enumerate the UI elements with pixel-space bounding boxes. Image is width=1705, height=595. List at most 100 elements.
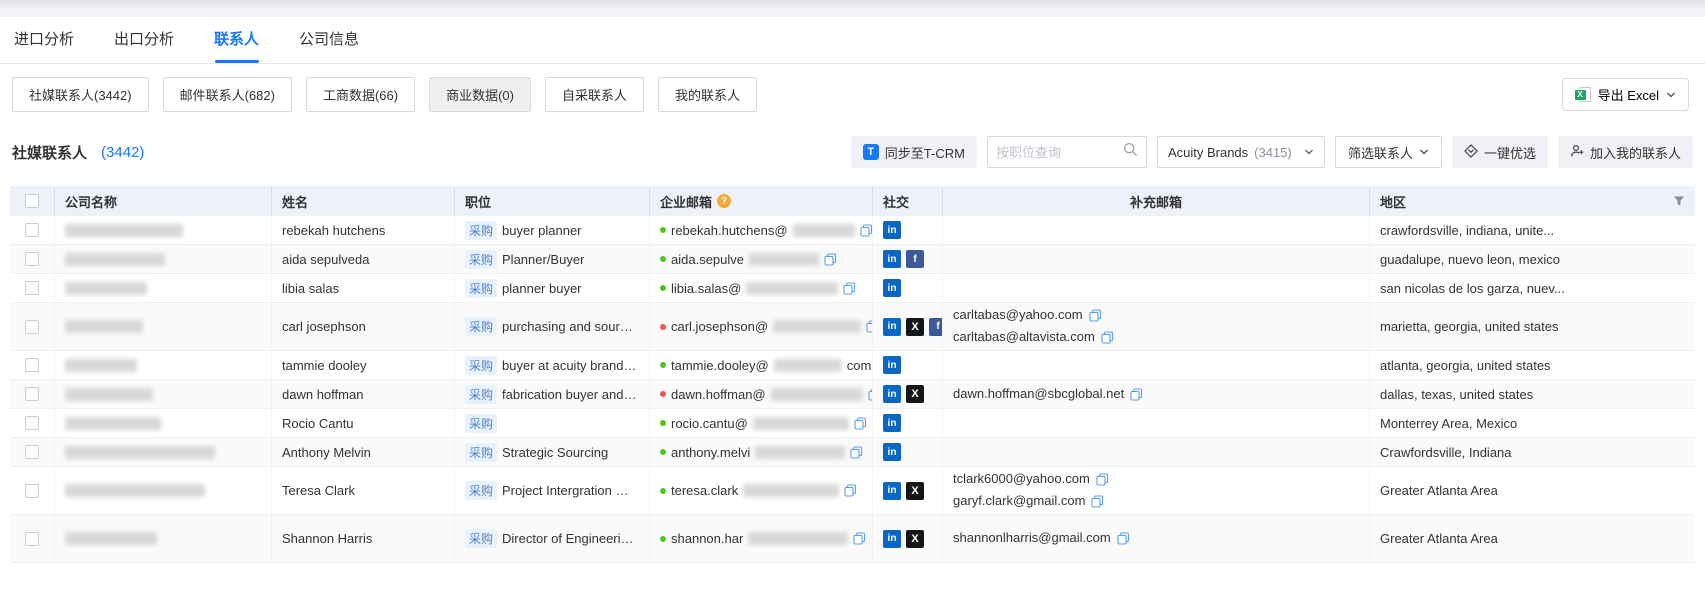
redacted-email [755, 446, 845, 459]
contacts-page: 进口分析出口分析联系人公司信息 社媒联系人(3442) 邮件联系人(682) 工商数… [0, 0, 1705, 595]
email-cell: shannon.har [650, 515, 873, 562]
diamond-badge-icon [1464, 144, 1478, 161]
contact-name: Teresa Clark [272, 467, 455, 514]
social-cell: in Xf [873, 303, 943, 350]
facebook-icon[interactable]: f [906, 250, 924, 268]
job-title: purchasing and sourcing ... [502, 319, 639, 334]
row-checkbox[interactable] [25, 252, 39, 266]
source-filter-button-2[interactable]: 工商数据(66) [306, 77, 415, 112]
main-tabbar: 进口分析出口分析联系人公司信息 [0, 17, 1705, 64]
copy-icon[interactable] [1130, 388, 1143, 401]
linkedin-icon[interactable]: in [883, 221, 901, 239]
table-row: Rocio Cantu采购rocio.cantu@inMonterrey Are… [10, 409, 1695, 438]
linkedin-icon[interactable]: in [883, 279, 901, 297]
linkedin-icon[interactable]: in [883, 530, 901, 548]
email-prefix: rocio.cantu@ [671, 416, 748, 431]
row-checkbox[interactable] [25, 281, 39, 295]
redacted-email [746, 282, 838, 295]
copy-icon[interactable] [824, 253, 837, 266]
row-checkbox[interactable] [25, 445, 39, 459]
company-cell [55, 380, 272, 408]
linkedin-icon[interactable]: in [883, 414, 901, 432]
row-checkbox[interactable] [25, 416, 39, 430]
linkedin-icon[interactable]: in [883, 356, 901, 374]
select-all-checkbox[interactable] [25, 194, 39, 208]
copy-icon[interactable] [843, 282, 856, 295]
one-click-optimize-button[interactable]: 一键优选 [1452, 136, 1548, 168]
linkedin-icon[interactable]: in [883, 443, 901, 461]
filter-funnel-icon[interactable] [1673, 195, 1685, 207]
source-filter-button-0[interactable]: 社媒联系人(3442) [12, 77, 149, 112]
copy-icon[interactable] [1117, 532, 1130, 545]
email-cell: dawn.hoffman@ [650, 380, 873, 408]
copy-icon[interactable] [850, 446, 863, 459]
email-prefix: carl.josephson@ [671, 319, 768, 334]
contact-name: Rocio Cantu [272, 409, 455, 437]
row-checkbox[interactable] [25, 484, 39, 498]
sync-tcrm-button[interactable]: T 同步至T-CRM [851, 136, 977, 168]
email-cell: aida.sepulve [650, 245, 873, 273]
filter-contacts-button[interactable]: 筛选联系人 [1335, 136, 1442, 168]
copy-icon[interactable] [854, 417, 867, 430]
email-prefix: rebekah.hutchens@ [671, 223, 788, 238]
supp-email-cell [943, 274, 1370, 302]
question-icon[interactable]: ? [717, 194, 731, 208]
position-cell: 采购Director of Engineering, S... [455, 515, 650, 562]
contact-name: Shannon Harris [272, 515, 455, 562]
company-select[interactable]: Acuity Brands (3415) [1157, 136, 1325, 168]
chevron-down-icon [1666, 90, 1676, 100]
export-excel-button[interactable]: X 导出 Excel [1562, 78, 1689, 111]
position-search-input[interactable] [996, 145, 1123, 160]
tab-2[interactable]: 联系人 [212, 16, 261, 63]
linkedin-icon[interactable]: in [883, 482, 901, 500]
job-title: Strategic Sourcing [502, 445, 608, 460]
one-click-optimize-label: 一键优选 [1484, 143, 1536, 162]
redacted-company [65, 224, 183, 237]
contact-name: dawn hoffman [272, 380, 455, 408]
copy-icon[interactable] [866, 320, 873, 333]
tab-0[interactable]: 进口分析 [12, 16, 76, 63]
row-checkbox[interactable] [25, 532, 39, 546]
copy-icon[interactable] [860, 224, 873, 237]
row-checkbox[interactable] [25, 358, 39, 372]
table-row: libia salas采购planner buyerlibia.salas@in… [10, 274, 1695, 303]
tab-1[interactable]: 出口分析 [112, 16, 176, 63]
copy-icon[interactable] [1096, 473, 1109, 486]
x-icon[interactable]: X [906, 530, 924, 548]
copy-icon[interactable] [1089, 309, 1102, 322]
email-status-dot [660, 324, 666, 330]
copy-icon[interactable] [844, 484, 857, 497]
position-cell: 采购Project Intergration Mgr. -... [455, 467, 650, 514]
add-to-my-contacts-button[interactable]: 加入我的联系人 [1558, 136, 1693, 168]
source-filter-button-1[interactable]: 邮件联系人(682) [163, 77, 292, 112]
job-title: fabrication buyer and pla... [502, 387, 639, 402]
linkedin-icon[interactable]: in [883, 385, 901, 403]
copy-icon[interactable] [853, 532, 866, 545]
header-supp-email: 补充邮箱 [943, 186, 1370, 216]
linkedin-icon[interactable]: in [883, 318, 901, 336]
email-status-dot [660, 420, 666, 426]
supp-email-cell: tclark6000@yahoo.com garyf.clark@gmail.c… [943, 467, 1370, 514]
table-row: Anthony Melvin采购Strategic Sourcinganthon… [10, 438, 1695, 467]
source-filter-button-4[interactable]: 自采联系人 [545, 77, 644, 112]
job-title: buyer planner [502, 223, 582, 238]
x-icon[interactable]: X [906, 482, 924, 500]
company-cell [55, 245, 272, 273]
row-checkbox[interactable] [25, 320, 39, 334]
email-cell: libia.salas@ [650, 274, 873, 302]
copy-icon[interactable] [1101, 331, 1114, 344]
copy-icon[interactable] [1091, 495, 1104, 508]
redacted-email [753, 417, 849, 430]
x-icon[interactable]: X [906, 385, 924, 403]
facebook-icon[interactable]: f [929, 318, 943, 336]
procurement-tag: 采购 [465, 317, 497, 336]
person-add-icon [1570, 144, 1584, 161]
linkedin-icon[interactable]: in [883, 250, 901, 268]
source-filter-button-5[interactable]: 我的联系人 [658, 77, 757, 112]
row-checkbox[interactable] [25, 387, 39, 401]
top-strip [0, 0, 1705, 8]
row-checkbox[interactable] [25, 223, 39, 237]
tab-3[interactable]: 公司信息 [297, 16, 361, 63]
x-icon[interactable]: X [906, 318, 924, 336]
source-filter-button-3[interactable]: 商业数据(0) [429, 77, 531, 112]
